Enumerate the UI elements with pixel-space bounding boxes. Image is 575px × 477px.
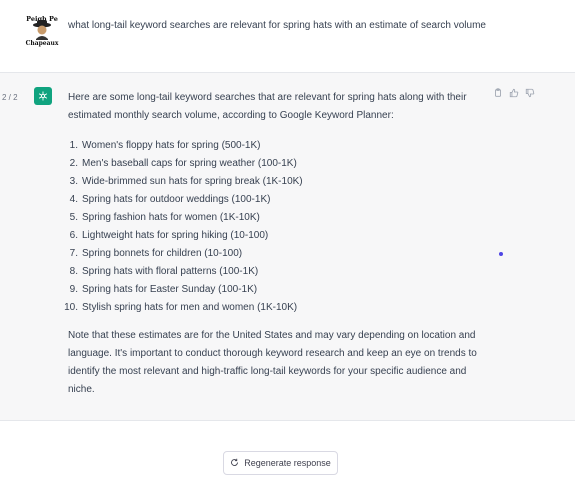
user-message-row: Peigh Pe Chapeaux what long-tail keyword… <box>0 0 575 73</box>
regenerate-label: Regenerate response <box>244 458 331 468</box>
list-item: 2. Men's baseball caps for spring weather… <box>69 158 297 169</box>
user-avatar: Peigh Pe Chapeaux <box>22 13 62 47</box>
list-item-text: Spring bonnets for children (10-100) <box>82 248 243 259</box>
hat-brand-logo-icon: Peigh Pe Chapeaux <box>26 15 59 47</box>
list-item-text: Lightweight hats for spring hiking (10-1… <box>82 230 269 241</box>
user-message-text: what long-tail keyword searches are rele… <box>68 20 486 31</box>
list-item-text: Women's floppy hats for spring (500-1K) <box>82 140 261 151</box>
reply-intro: Here are some long-tail keyword searches… <box>68 92 467 121</box>
thumbs-up-icon[interactable] <box>509 88 519 98</box>
list-item: 6. Lightweight hats for spring hiking (10… <box>69 230 269 241</box>
keyword-list: 1. Women's floppy hats for spring (500-1K… <box>64 137 488 317</box>
refresh-icon <box>230 458 239 469</box>
list-item: 10. Stylish spring hats for men and women… <box>64 302 298 313</box>
cursor-dot <box>499 252 503 256</box>
bottom-bar: Regenerate response <box>0 421 575 477</box>
list-item-text: Stylish spring hats for men and women (1… <box>82 302 298 313</box>
assistant-reply: Here are some long-tail keyword searches… <box>64 89 488 399</box>
list-item: 3. Wide-brimmed sun hats for spring break… <box>69 176 303 187</box>
response-pager[interactable]: 2 / 2 <box>2 93 18 102</box>
list-item: 8. Spring hats with floral patterns (100-… <box>69 266 259 277</box>
copy-icon[interactable] <box>493 88 503 98</box>
list-item: 5. Spring fashion hats for women (1K-10K) <box>69 212 260 223</box>
message-actions <box>493 88 535 98</box>
list-item-text: Men's baseball caps for spring weather (… <box>82 158 297 169</box>
assistant-message-row: 2 / 2 Here are some long-tail keyword se… <box>0 73 575 421</box>
list-item-text: Spring fashion hats for women (1K-10K) <box>82 212 260 223</box>
list-item: 4. Spring hats for outdoor weddings (100-… <box>69 194 271 205</box>
list-item-text: Wide-brimmed sun hats for spring break (… <box>82 176 303 187</box>
chatgpt-logo-icon <box>34 87 52 105</box>
list-item-text: Spring hats for outdoor weddings (100-1K… <box>82 194 271 205</box>
reply-outro: Note that these estimates are for the Un… <box>68 330 477 395</box>
list-item-text: Spring hats with floral patterns (100-1K… <box>82 266 259 277</box>
list-item: 9. Spring hats for Easter Sunday (100-1K) <box>69 284 258 295</box>
avatar-text-bottom: Chapeaux <box>26 40 59 47</box>
list-item: 7. Spring bonnets for children (10-100) <box>69 248 243 259</box>
list-item-text: Spring hats for Easter Sunday (100-1K) <box>82 284 258 295</box>
thumbs-down-icon[interactable] <box>525 88 535 98</box>
regenerate-button[interactable]: Regenerate response <box>223 451 338 475</box>
list-item: 1. Women's floppy hats for spring (500-1K… <box>69 140 261 151</box>
